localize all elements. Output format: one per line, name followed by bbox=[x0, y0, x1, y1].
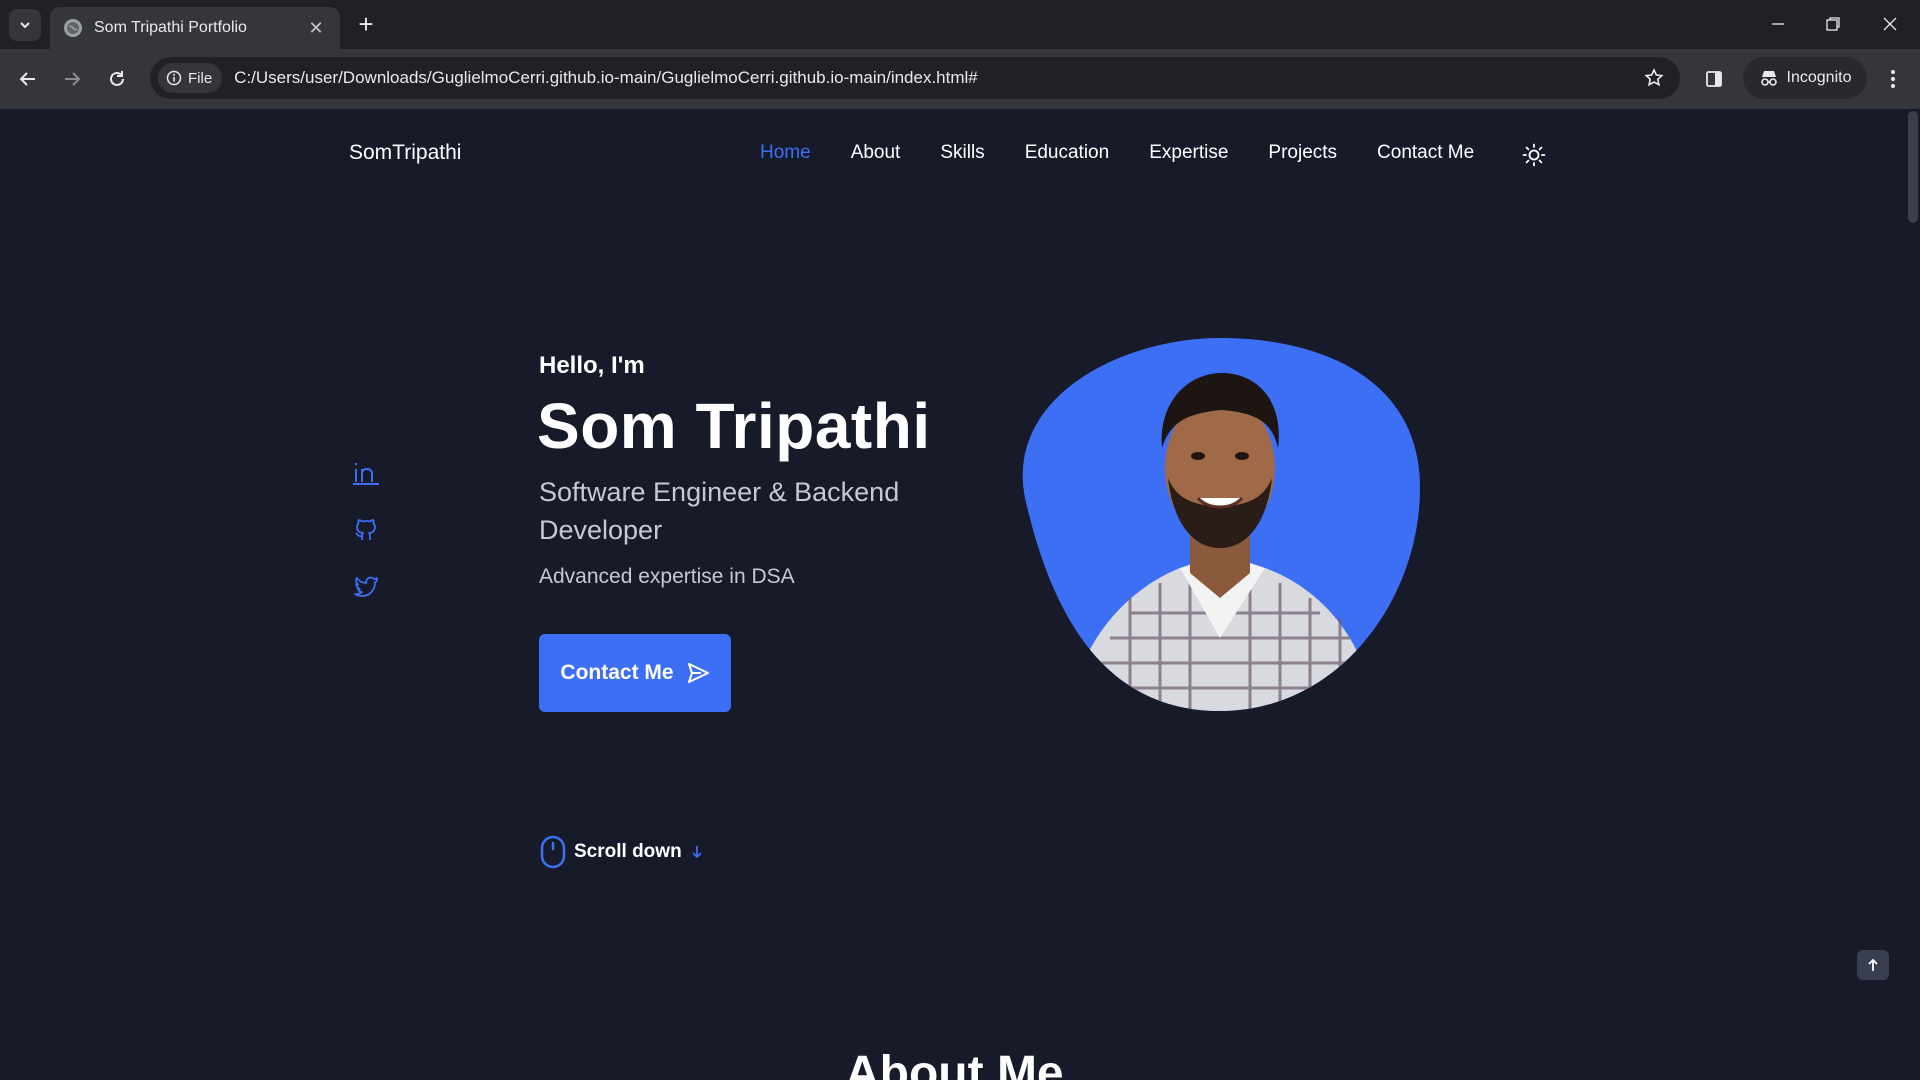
restore-button[interactable] bbox=[1815, 10, 1851, 38]
send-icon bbox=[687, 663, 709, 683]
sun-icon bbox=[1522, 143, 1546, 167]
scroll-down-label: Scroll down bbox=[574, 841, 682, 862]
close-icon bbox=[1883, 17, 1897, 31]
browser-tab[interactable]: Som Tripathi Portfolio ✕ bbox=[50, 7, 340, 49]
arrow-down-icon bbox=[692, 846, 702, 859]
hero-name: Som Tripathi bbox=[537, 390, 931, 462]
scroll-to-top-button[interactable] bbox=[1857, 950, 1889, 980]
main-nav: Home About Skills Education Expertise Pr… bbox=[760, 142, 1508, 164]
arrow-right-icon bbox=[65, 72, 81, 86]
site-chip-label: File bbox=[188, 69, 213, 87]
address-bar[interactable]: File C:/Users/user/Downloads/GuglielmoCe… bbox=[150, 57, 1680, 99]
browser-tab-bar: Som Tripathi Portfolio ✕ + bbox=[0, 0, 1920, 49]
bookmark-star-icon[interactable] bbox=[1634, 68, 1674, 88]
page-viewport: SomTripathi Home About Skills Education … bbox=[0, 109, 1920, 1080]
side-panel-icon bbox=[1706, 71, 1722, 87]
back-button[interactable] bbox=[10, 61, 46, 97]
restore-icon bbox=[1826, 17, 1840, 31]
reload-icon bbox=[110, 71, 124, 86]
site-logo[interactable]: SomTripathi bbox=[349, 141, 461, 165]
scrollbar-thumb[interactable] bbox=[1908, 111, 1918, 223]
incognito-icon bbox=[1760, 71, 1777, 86]
nav-item-projects[interactable]: Projects bbox=[1268, 142, 1337, 164]
about-section-title: About Me bbox=[845, 1047, 1064, 1080]
globe-icon bbox=[64, 19, 82, 37]
tab-title: Som Tripathi Portfolio bbox=[94, 19, 247, 36]
incognito-label: Incognito bbox=[1786, 69, 1852, 86]
hero-description: Advanced expertise in DSA bbox=[539, 565, 795, 588]
more-vertical-icon bbox=[1891, 70, 1895, 88]
profile-photo bbox=[1022, 338, 1420, 711]
incognito-badge[interactable]: Incognito bbox=[1743, 57, 1867, 99]
close-tab-icon[interactable]: ✕ bbox=[306, 18, 326, 39]
nav-item-skills[interactable]: Skills bbox=[940, 142, 984, 164]
minimize-button[interactable] bbox=[1760, 10, 1796, 38]
scroll-down-link[interactable]: Scroll down bbox=[540, 835, 704, 869]
arrow-up-icon bbox=[1868, 958, 1878, 971]
nav-item-education[interactable]: Education bbox=[1025, 142, 1110, 164]
site-info-chip[interactable]: File bbox=[158, 63, 223, 93]
url-text[interactable]: C:/Users/user/Downloads/GuglielmoCerri.g… bbox=[234, 68, 1634, 88]
reload-button[interactable] bbox=[99, 61, 135, 97]
chevron-down-icon bbox=[20, 22, 30, 29]
nav-item-about[interactable]: About bbox=[851, 142, 901, 164]
contact-me-button[interactable]: Contact Me bbox=[539, 634, 731, 712]
side-panel-button[interactable] bbox=[1696, 61, 1732, 97]
tab-search-button[interactable] bbox=[9, 9, 41, 41]
close-window-button[interactable] bbox=[1872, 10, 1908, 38]
nav-item-home[interactable]: Home bbox=[760, 142, 811, 164]
nav-item-expertise[interactable]: Expertise bbox=[1149, 142, 1228, 164]
github-icon[interactable] bbox=[352, 515, 380, 543]
hero-role: Software Engineer & Backend Developer bbox=[539, 477, 900, 545]
arrow-left-icon bbox=[19, 72, 35, 86]
twitter-icon[interactable] bbox=[352, 572, 380, 600]
browser-toolbar: File C:/Users/user/Downloads/GuglielmoCe… bbox=[0, 49, 1920, 109]
browser-menu-button[interactable] bbox=[1878, 61, 1908, 97]
minimize-icon bbox=[1772, 23, 1784, 25]
nav-item-contact[interactable]: Contact Me bbox=[1377, 142, 1474, 164]
page-scrollbar[interactable] bbox=[1906, 109, 1920, 1080]
info-icon bbox=[166, 70, 182, 86]
forward-button[interactable] bbox=[54, 61, 90, 97]
linkedin-icon[interactable] bbox=[352, 458, 380, 486]
theme-toggle-button[interactable] bbox=[1521, 142, 1547, 168]
mouse-icon bbox=[540, 835, 566, 869]
hero-greeting: Hello, I'm bbox=[539, 352, 645, 379]
contact-me-label: Contact Me bbox=[560, 661, 674, 684]
new-tab-button[interactable]: + bbox=[352, 11, 380, 39]
